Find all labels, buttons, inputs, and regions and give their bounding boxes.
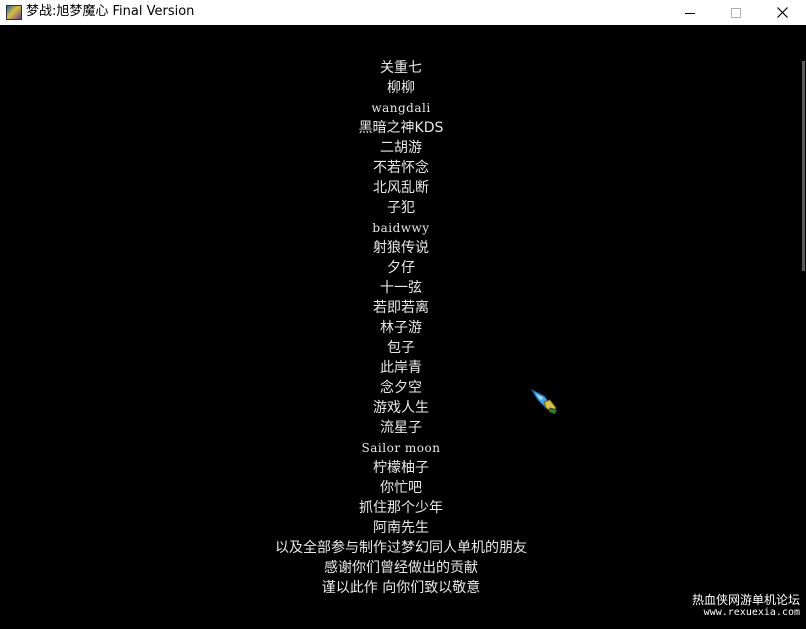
credits-list: 关重七 柳柳 wangdali 黑暗之神KDS 二胡游 不若怀念 北风乱断 子犯… bbox=[0, 58, 802, 598]
minimize-button[interactable] bbox=[667, 0, 713, 25]
credit-line: 包子 bbox=[387, 340, 415, 356]
sword-cursor-icon bbox=[530, 388, 558, 415]
credit-line: 射狼传说 bbox=[373, 240, 429, 256]
title-bar[interactable]: 梦战:旭梦魔心 Final Version bbox=[0, 0, 806, 25]
minimize-icon bbox=[685, 12, 695, 14]
credit-line: 关重七 bbox=[380, 60, 422, 76]
maximize-icon bbox=[731, 7, 741, 18]
credit-line: 抓住那个少年 bbox=[359, 500, 443, 516]
credit-line: 黑暗之神KDS bbox=[358, 120, 444, 136]
window-title: 梦战:旭梦魔心 Final Version bbox=[26, 4, 195, 19]
game-screen[interactable]: 关重七 柳柳 wangdali 黑暗之神KDS 二胡游 不若怀念 北风乱断 子犯… bbox=[0, 25, 806, 629]
scrollbar[interactable] bbox=[802, 61, 805, 271]
credit-line: 北风乱断 bbox=[373, 180, 429, 196]
credit-line: 子犯 bbox=[387, 200, 415, 216]
close-button[interactable] bbox=[759, 0, 805, 25]
credit-line: baidwwy bbox=[372, 221, 430, 235]
close-icon bbox=[776, 7, 788, 18]
game-app-icon[interactable] bbox=[6, 5, 22, 20]
watermark-title: 热血侠网游单机论坛 bbox=[691, 593, 800, 607]
forum-watermark: 热血侠网游单机论坛 www.rexuexia.com bbox=[684, 593, 800, 619]
credit-line: 你忙吧 bbox=[380, 480, 422, 496]
watermark-url: www.rexuexia.com bbox=[703, 607, 800, 618]
credit-line: 不若怀念 bbox=[373, 160, 429, 176]
credit-line: 游戏人生 bbox=[373, 400, 429, 416]
credit-line: 夕仔 bbox=[387, 260, 415, 276]
credit-line: 此岸青 bbox=[380, 360, 422, 376]
credit-line: 十一弦 bbox=[380, 280, 422, 296]
credit-line: 以及全部参与制作过梦幻同人单机的朋友 bbox=[275, 540, 527, 556]
credit-line: Sailor moon bbox=[361, 441, 441, 455]
credit-line: 柳柳 bbox=[387, 80, 415, 96]
maximize-button[interactable] bbox=[713, 0, 759, 25]
credit-line: 二胡游 bbox=[380, 140, 422, 156]
credit-line: 感谢你们曾经做出的贡献 bbox=[324, 560, 478, 576]
credit-line: 谨以此作 向你们致以敬意 bbox=[321, 580, 481, 596]
game-window: 梦战:旭梦魔心 Final Version 关重七 柳柳 wangdali 黑暗… bbox=[0, 0, 806, 629]
credit-line: wangdali bbox=[371, 101, 431, 115]
credit-line: 念夕空 bbox=[380, 380, 422, 396]
credit-line: 若即若离 bbox=[373, 300, 429, 316]
credit-line: 林子游 bbox=[380, 320, 422, 336]
credit-line: 流星子 bbox=[380, 420, 422, 436]
credit-line: 阿南先生 bbox=[373, 520, 429, 536]
credit-line: 柠檬柚子 bbox=[373, 460, 429, 476]
